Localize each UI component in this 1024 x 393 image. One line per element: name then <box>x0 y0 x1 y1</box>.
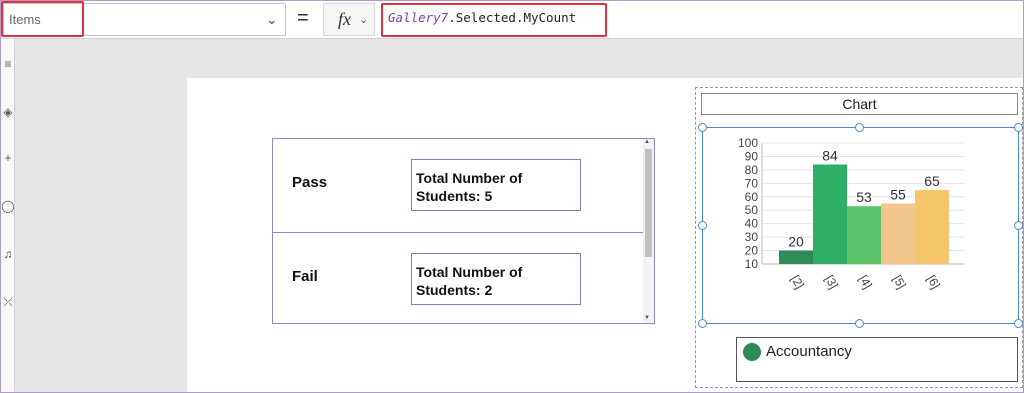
gallery-row[interactable]: Fail Total Number of Students: 2 <box>273 232 643 325</box>
formula-control-name: Gallery7 <box>388 10 449 25</box>
chart-bar <box>779 250 813 264</box>
tools-icon[interactable]: ⤫ <box>1 295 15 310</box>
formula-expression: .Selected.MyCount <box>448 10 577 25</box>
formula-input[interactable]: Gallery7.Selected.MyCount <box>388 10 576 25</box>
legend-label: Accountancy <box>766 343 852 360</box>
y-tick-label: 90 <box>745 149 759 163</box>
resize-handle[interactable] <box>1014 319 1023 328</box>
x-tick-label: [4] <box>856 273 875 292</box>
gallery-row-title: Pass <box>292 174 328 191</box>
y-tick-label: 30 <box>745 230 759 244</box>
chart-bar <box>881 203 915 264</box>
chart-bar <box>847 206 881 264</box>
chart-bar <box>915 190 949 264</box>
resize-handle[interactable] <box>698 221 707 230</box>
menu-icon[interactable]: ≡ <box>1 57 15 71</box>
student-count-line: Students: 2 <box>416 282 493 298</box>
resize-handle[interactable] <box>1014 123 1023 132</box>
chart-bar <box>813 164 847 264</box>
student-count-line: Total Number of <box>416 170 523 186</box>
y-tick-label: 10 <box>745 257 759 271</box>
gallery-scrollbar[interactable]: ▲ ▼ <box>643 139 654 323</box>
x-tick-label: [3] <box>822 273 841 292</box>
formula-bar: Items ⌄ = fx ⌄ Gallery7.Selected.MyCount <box>1 1 1023 39</box>
y-tick-label: 100 <box>738 136 758 150</box>
y-tick-label: 50 <box>745 203 759 217</box>
data-label: 55 <box>890 187 906 203</box>
student-count-line: Total Number of <box>416 264 523 280</box>
x-tick-label: [2] <box>788 273 807 292</box>
x-tick-label: [5] <box>890 273 909 292</box>
resize-handle[interactable] <box>698 123 707 132</box>
media-icon[interactable]: ♫ <box>1 247 15 261</box>
data-label: 65 <box>924 173 940 189</box>
student-count-label: Total Number of Students: 2 <box>411 253 581 305</box>
chart-legend[interactable]: Accountancy <box>736 337 1018 382</box>
column-chart[interactable]: 10 20 30 40 50 60 70 80 90 100 20 [2] 84 [3] 53 [4] 55 [5… <box>702 127 1019 324</box>
data-label: 53 <box>856 189 872 205</box>
scroll-up-icon[interactable]: ▲ <box>644 139 650 145</box>
y-tick-label: 60 <box>745 190 759 204</box>
layers-icon[interactable]: ◈ <box>1 105 15 119</box>
resize-handle[interactable] <box>1014 221 1023 230</box>
scrollbar-thumb[interactable] <box>645 149 652 257</box>
data-icon[interactable]: ◯ <box>1 199 15 213</box>
legend-swatch <box>743 343 761 361</box>
powerapps-studio: Items ⌄ = fx ⌄ Gallery7.Selected.MyCount… <box>0 0 1024 393</box>
data-label: 84 <box>822 148 838 164</box>
equals-sign: = <box>297 7 309 29</box>
gallery-row-title: Fail <box>292 268 318 285</box>
y-tick-label: 40 <box>745 217 759 231</box>
chevron-down-icon: ⌄ <box>359 14 369 26</box>
resize-handle[interactable] <box>855 319 864 328</box>
column-chart-svg: 10203040506070809010020[2]84[3]53[4]55[5… <box>738 136 965 292</box>
data-label: 20 <box>788 234 804 250</box>
x-tick-label: [6] <box>924 273 943 292</box>
chevron-down-icon: ⌄ <box>266 11 278 27</box>
left-rail: ≡ ◈ + ◯ ♫ ⤫ <box>1 39 15 392</box>
gallery[interactable]: Pass Total Number of Students: 5 Fail To… <box>272 138 655 324</box>
resize-handle[interactable] <box>698 319 707 328</box>
resize-handle[interactable] <box>855 123 864 132</box>
gallery-row[interactable]: Pass Total Number of Students: 5 <box>273 139 643 232</box>
student-count-line: Students: 5 <box>416 188 493 204</box>
chart-title[interactable]: Chart <box>701 93 1018 115</box>
scroll-down-icon[interactable]: ▼ <box>644 315 650 321</box>
fx-button[interactable]: fx ⌄ <box>323 3 375 36</box>
y-tick-label: 70 <box>745 176 759 190</box>
fx-icon: fx <box>338 9 351 29</box>
plus-icon[interactable]: + <box>1 151 15 165</box>
student-count-label: Total Number of Students: 5 <box>411 159 581 211</box>
y-tick-label: 80 <box>745 163 759 177</box>
property-highlight <box>1 1 84 37</box>
y-tick-label: 20 <box>745 244 759 258</box>
